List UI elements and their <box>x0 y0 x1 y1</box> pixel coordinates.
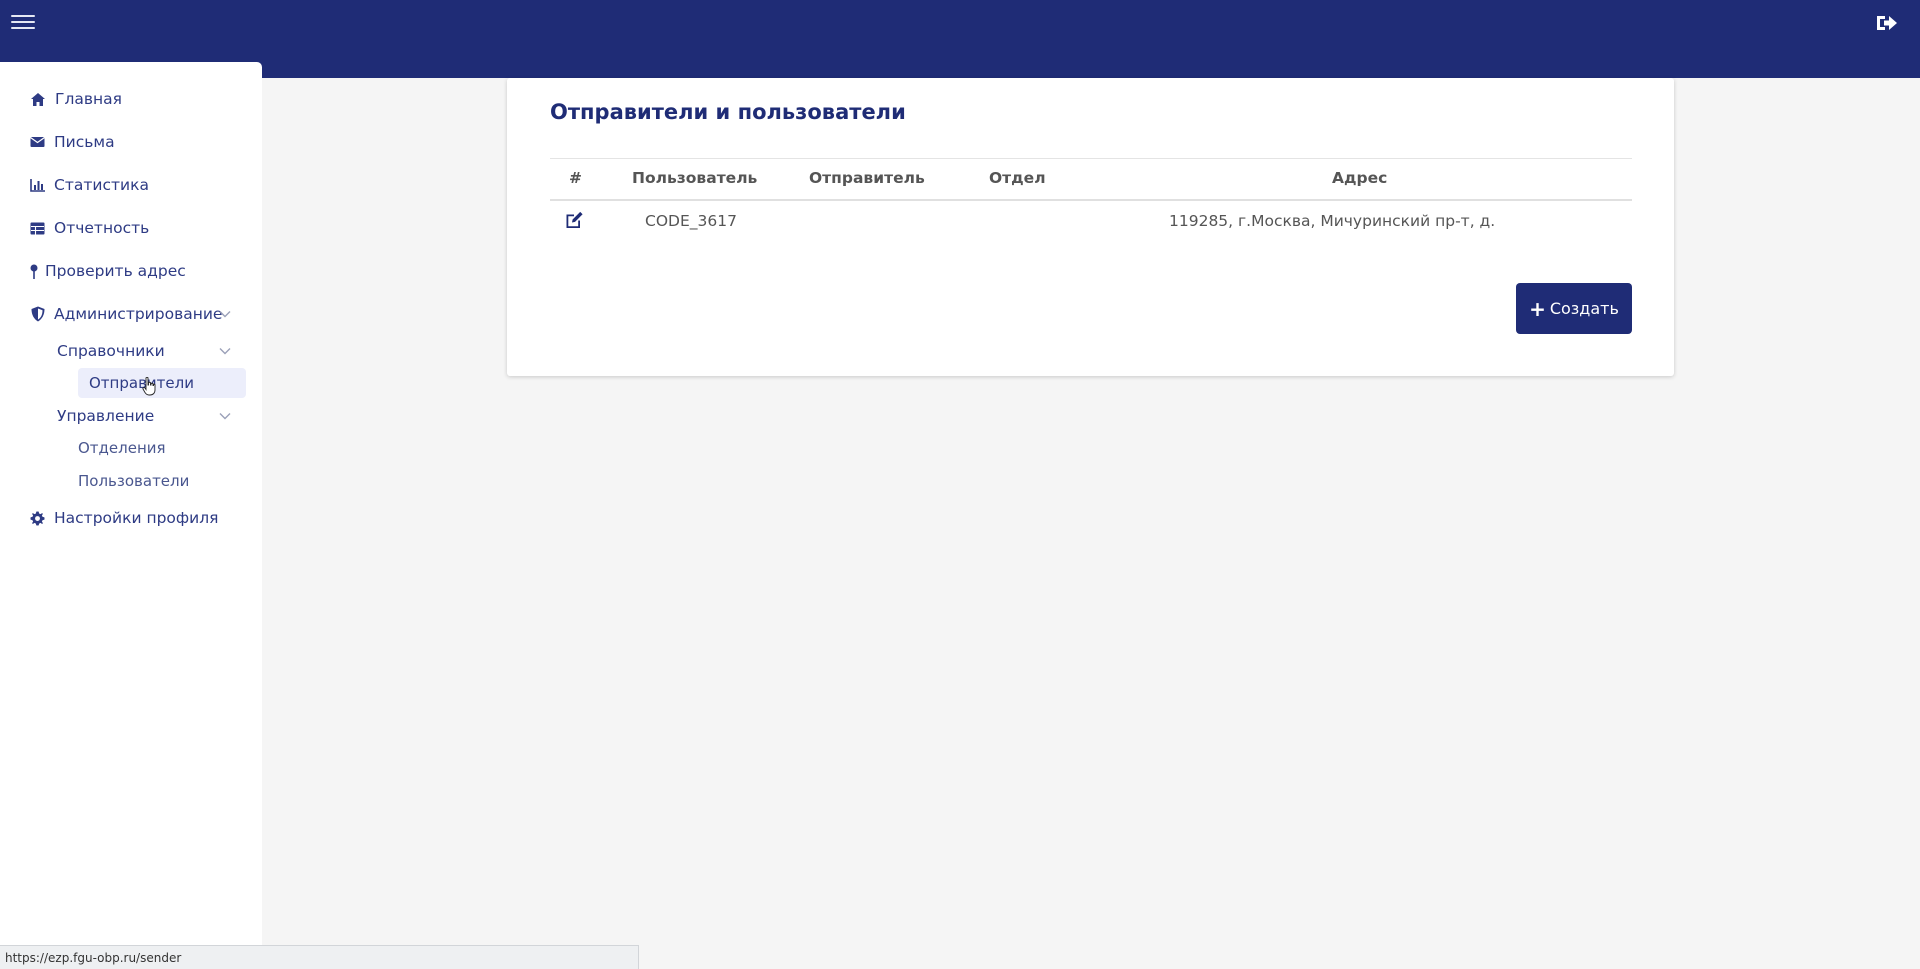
gear-icon <box>30 510 45 526</box>
edit-icon[interactable] <box>565 211 584 229</box>
sidebar-item-profile-settings[interactable]: Настройки профиля <box>30 506 218 530</box>
sidebar-item-admin[interactable]: Администрирование <box>30 302 222 326</box>
senders-card: Отправители и пользователи # Пользовател… <box>507 78 1674 376</box>
page-title: Отправители и пользователи <box>550 100 906 124</box>
column-header-sender: Отправитель <box>809 169 925 187</box>
chevron-down-icon[interactable] <box>219 347 231 355</box>
top-bar <box>0 0 1920 78</box>
sidebar-item-label: Пользователи <box>78 472 190 490</box>
sidebar-item-label: Настройки профиля <box>54 509 219 527</box>
sidebar-item-check-address[interactable]: Проверить адрес <box>30 259 186 283</box>
sidebar-item-departments[interactable]: Отделения <box>78 435 166 461</box>
hamburger-icon[interactable] <box>10 13 36 35</box>
chevron-down-icon[interactable] <box>219 412 231 420</box>
table-top-divider <box>550 158 1632 159</box>
sidebar-item-label: Отделения <box>78 439 166 457</box>
envelope-icon <box>30 134 45 150</box>
cell-address: 119285, г.Москва, Мичуринский пр-т, д. <box>1169 212 1496 230</box>
sidebar-item-letters[interactable]: Письма <box>30 130 115 154</box>
sidebar-item-statistics[interactable]: Статистика <box>30 173 149 197</box>
mouse-cursor-icon <box>142 377 156 396</box>
home-icon <box>30 91 46 107</box>
sidebar-item-label: Письма <box>54 133 115 151</box>
sign-out-icon[interactable] <box>1876 13 1898 33</box>
sidebar-group-label: Справочники <box>57 342 165 360</box>
sidebar-group-management[interactable]: Управление <box>57 404 237 428</box>
column-header-user: Пользователь <box>632 169 758 187</box>
sidebar-item-label: Администрирование <box>54 305 223 323</box>
shield-icon <box>30 306 45 322</box>
cell-user: CODE_3617 <box>645 212 737 230</box>
chevron-down-icon[interactable] <box>219 310 231 318</box>
sidebar: Главная Письма Статистика Отчетность Про… <box>0 62 262 969</box>
plus-icon: + <box>1529 296 1546 321</box>
column-header-department: Отдел <box>989 169 1046 187</box>
map-pin-icon <box>30 263 38 279</box>
table-header-divider <box>550 199 1632 201</box>
sidebar-item-label: Проверить адрес <box>45 262 186 280</box>
column-header-number: # <box>569 169 582 187</box>
create-button-label: Создать <box>1549 299 1619 318</box>
table-icon <box>30 220 45 236</box>
sidebar-item-home[interactable]: Главная <box>30 87 122 111</box>
sidebar-item-users[interactable]: Пользователи <box>78 468 189 494</box>
sidebar-item-reports[interactable]: Отчетность <box>30 216 149 240</box>
status-bar-url: https://ezp.fgu-obp.ru/sender <box>0 945 639 969</box>
sidebar-item-label: Статистика <box>54 176 149 194</box>
sidebar-item-label: Отчетность <box>54 219 150 237</box>
create-button[interactable]: + Создать <box>1516 283 1632 334</box>
sidebar-group-label: Управление <box>57 407 155 425</box>
sidebar-item-senders[interactable]: Отправители <box>78 368 246 398</box>
bar-chart-icon <box>30 177 45 193</box>
column-header-address: Адрес <box>1332 169 1388 187</box>
sidebar-group-reference[interactable]: Справочники <box>57 339 237 363</box>
sidebar-item-label: Главная <box>55 90 122 108</box>
